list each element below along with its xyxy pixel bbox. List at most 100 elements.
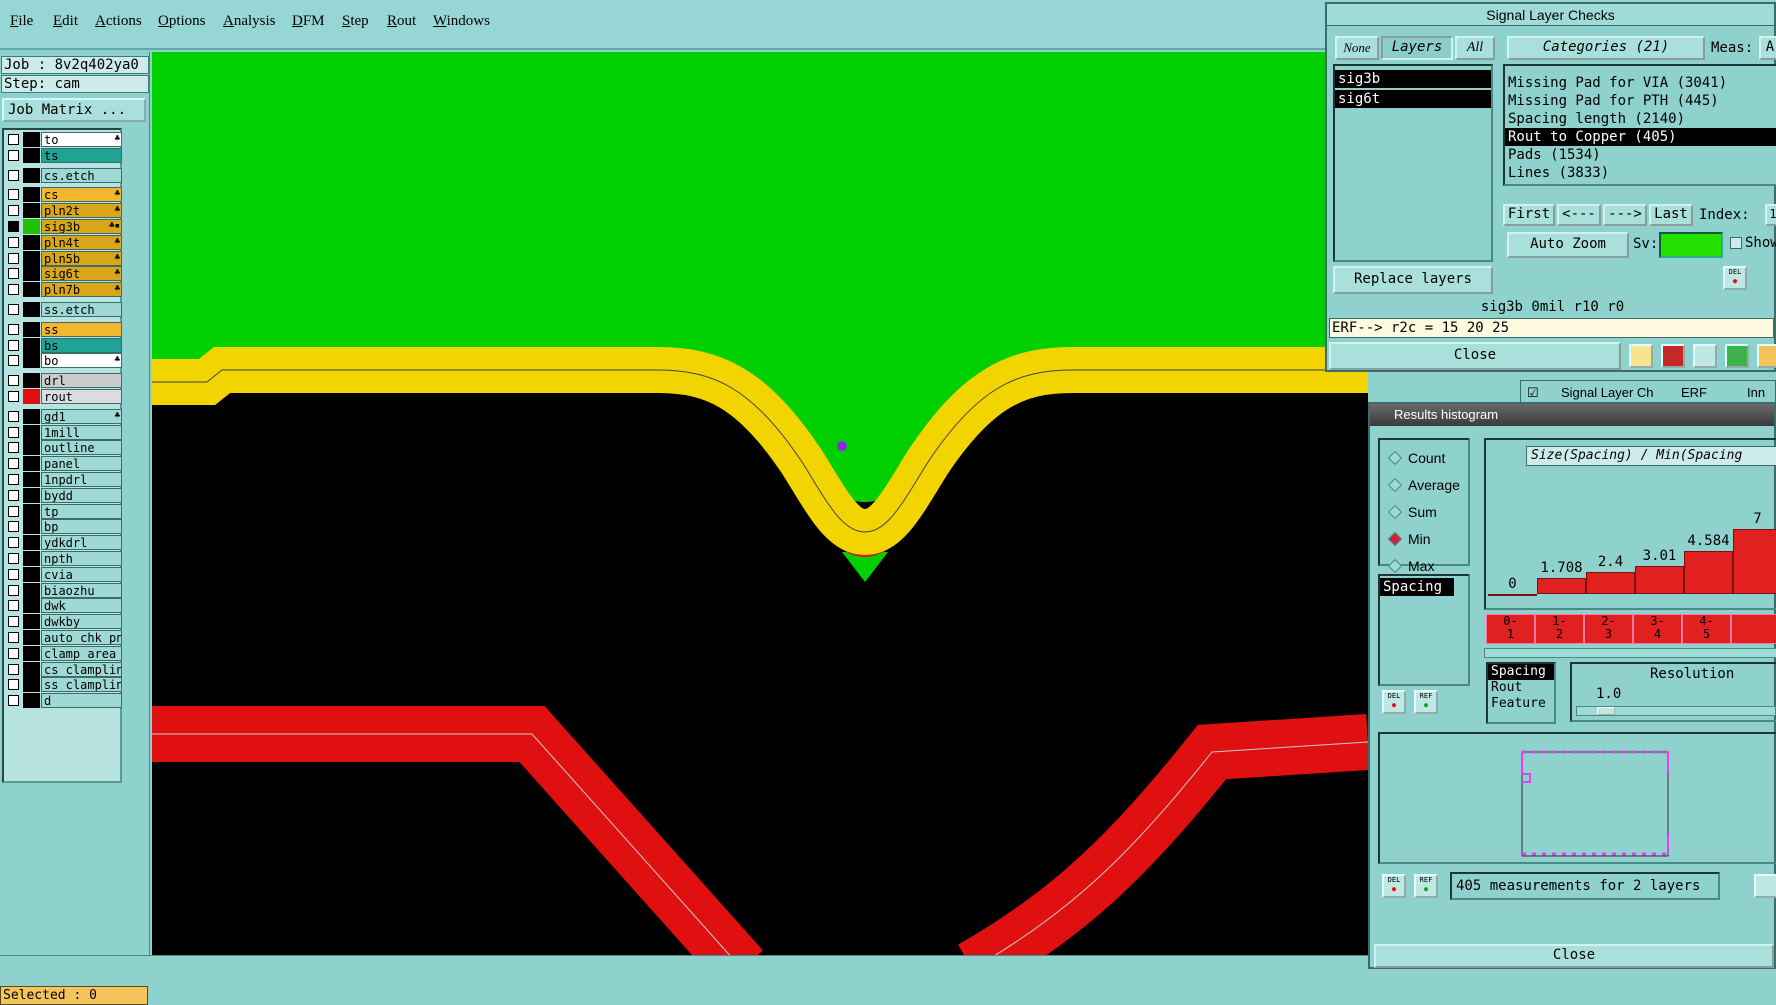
layer-color-swatch[interactable]	[23, 167, 40, 183]
layer-name[interactable]: dwkby	[41, 614, 122, 630]
layer-checkbox[interactable]	[8, 537, 19, 549]
hist-del-icon[interactable]: DEL ●	[1382, 690, 1406, 714]
layer-checkbox[interactable]	[8, 410, 19, 422]
min-radio[interactable]: Min	[1387, 531, 1431, 547]
layer-row-ss_clamplin[interactable]: ss_clamplin	[4, 677, 122, 693]
layer-color-swatch[interactable]	[23, 456, 40, 472]
layer-row-sig3b[interactable]: sig3b ♣▪	[4, 219, 122, 234]
histogram-bin[interactable]: 3- 4	[1633, 614, 1682, 644]
layer-color-swatch[interactable]	[23, 535, 40, 551]
layer-color-swatch[interactable]	[23, 440, 40, 456]
layer-checkbox[interactable]	[8, 679, 19, 691]
sv-color-select[interactable]	[1659, 232, 1723, 258]
layer-row-clamp_area[interactable]: clamp_area	[4, 645, 122, 661]
remove-icon[interactable]	[1693, 344, 1717, 368]
histogram-bar[interactable]	[1733, 528, 1776, 594]
layer-color-swatch[interactable]	[23, 614, 40, 630]
histogram-bin[interactable]: 0- 1	[1486, 614, 1535, 644]
layer-name[interactable]: 1npdrl	[41, 472, 122, 487]
layer-checkbox[interactable]	[8, 489, 19, 501]
histogram-bin[interactable]: 1- 2	[1535, 614, 1584, 644]
layer-name[interactable]: outline	[41, 440, 122, 456]
close-button[interactable]: Close	[1329, 342, 1621, 370]
layer-color-swatch[interactable]	[23, 519, 40, 535]
layer-color-swatch[interactable]	[23, 132, 40, 147]
type-listbox[interactable]: Spacing Rout Feature	[1486, 662, 1556, 724]
layer-color-swatch[interactable]	[23, 203, 40, 219]
category-item[interactable]: Pads (1534)	[1505, 146, 1776, 164]
layer-name[interactable]: pln5b	[41, 250, 122, 266]
layer-checkbox[interactable]	[8, 284, 19, 296]
layer-color-swatch[interactable]	[23, 250, 40, 266]
menu-dfm[interactable]: DFM	[292, 13, 325, 30]
layer-row-dwkby[interactable]: dwkby	[4, 614, 122, 630]
layer-color-swatch[interactable]	[23, 503, 40, 519]
layer-row-sig6t[interactable]: sig6t ♣	[4, 266, 122, 282]
histogram-bin[interactable]: 2- 3	[1584, 614, 1633, 644]
histogram-bin[interactable]: 4- 5	[1682, 614, 1731, 644]
layer-color-swatch[interactable]	[23, 302, 40, 317]
menu-options[interactable]: Options	[158, 13, 206, 30]
first-button[interactable]: First	[1503, 204, 1555, 226]
layer-name[interactable]: biaozhu	[41, 582, 122, 598]
layer-color-swatch[interactable]	[23, 187, 40, 203]
layer-color-swatch[interactable]	[23, 219, 40, 234]
layer-name[interactable]: tp	[41, 503, 122, 519]
layer-color-swatch[interactable]	[23, 677, 40, 693]
layer-row-ydkdrl[interactable]: ydkdrl	[4, 535, 122, 551]
attribute-listbox[interactable]: Spacing	[1378, 574, 1470, 686]
layer-color-swatch[interactable]	[23, 266, 40, 282]
layer-name[interactable]: dwk	[41, 598, 122, 614]
layer-name[interactable]: ss_clamplin	[41, 677, 122, 693]
graphics-canvas[interactable]	[152, 52, 1368, 969]
resolution-slider[interactable]	[1576, 706, 1776, 716]
layer-checkbox[interactable]	[8, 426, 19, 438]
layer-name[interactable]: cs	[41, 187, 122, 203]
categories-button[interactable]: Categories (21)	[1507, 36, 1705, 60]
layer-checkbox[interactable]	[8, 252, 19, 264]
layer-color-swatch[interactable]	[23, 598, 40, 614]
layer-checkbox[interactable]	[8, 521, 19, 533]
layer-checkbox[interactable]	[8, 169, 19, 181]
layer-color-swatch[interactable]	[23, 353, 40, 369]
histogram-bin[interactable]	[1731, 614, 1776, 644]
layer-name[interactable]: clamp_area	[41, 645, 122, 661]
layer-row-tp[interactable]: tp	[4, 503, 122, 519]
layer-name[interactable]: pln2t	[41, 203, 122, 219]
layer-checkbox[interactable]	[8, 600, 19, 612]
hist-ref-icon[interactable]: REF ●	[1414, 690, 1438, 714]
hist-del-icon-2[interactable]: DEL ●	[1382, 874, 1406, 898]
layer-name[interactable]: gd1	[41, 408, 122, 424]
layer-item[interactable]: sig6t	[1335, 90, 1491, 108]
histogram-bar[interactable]	[1586, 571, 1635, 594]
layer-row-pln7b[interactable]: pln7b ♣	[4, 282, 122, 298]
layer-row-ts[interactable]: ts	[4, 147, 122, 163]
layer-name[interactable]: auto_chk_pn	[41, 630, 122, 645]
category-item[interactable]: Spacing length (2140)	[1505, 110, 1776, 128]
layer-color-swatch[interactable]	[23, 373, 40, 389]
layer-row-bydd[interactable]: bydd	[4, 487, 122, 503]
layer-row-1npdrl[interactable]: 1npdrl	[4, 472, 122, 487]
layer-name[interactable]: drl	[41, 373, 122, 389]
menu-rout[interactable]: Rout	[387, 13, 416, 30]
layer-row-cs_clamplin[interactable]: cs_clamplin	[4, 661, 122, 677]
layer-row-outline[interactable]: outline	[4, 440, 122, 456]
layer-checkbox[interactable]	[8, 304, 19, 315]
hist-ref-icon-2[interactable]: REF ●	[1414, 874, 1438, 898]
layer-name[interactable]: bs	[41, 337, 122, 353]
layer-name[interactable]: ts	[41, 147, 122, 163]
layer-row-dwk[interactable]: dwk	[4, 598, 122, 614]
layer-name[interactable]: bo	[41, 353, 122, 369]
layer-checkbox[interactable]	[8, 458, 19, 470]
layer-checkbox[interactable]	[8, 149, 19, 161]
layer-color-swatch[interactable]	[23, 645, 40, 661]
layer-row-rout[interactable]: rout	[4, 389, 122, 404]
layer-checkbox[interactable]	[8, 442, 19, 454]
layer-color-swatch[interactable]	[23, 321, 40, 337]
next-button[interactable]: --->	[1603, 204, 1647, 226]
show-checkbox[interactable]	[1730, 237, 1742, 249]
layer-name[interactable]: cs_clamplin	[41, 661, 122, 677]
layer-name[interactable]: pln7b	[41, 282, 122, 298]
layer-item[interactable]: sig3b	[1335, 70, 1491, 88]
layer-checkbox[interactable]	[8, 505, 19, 517]
